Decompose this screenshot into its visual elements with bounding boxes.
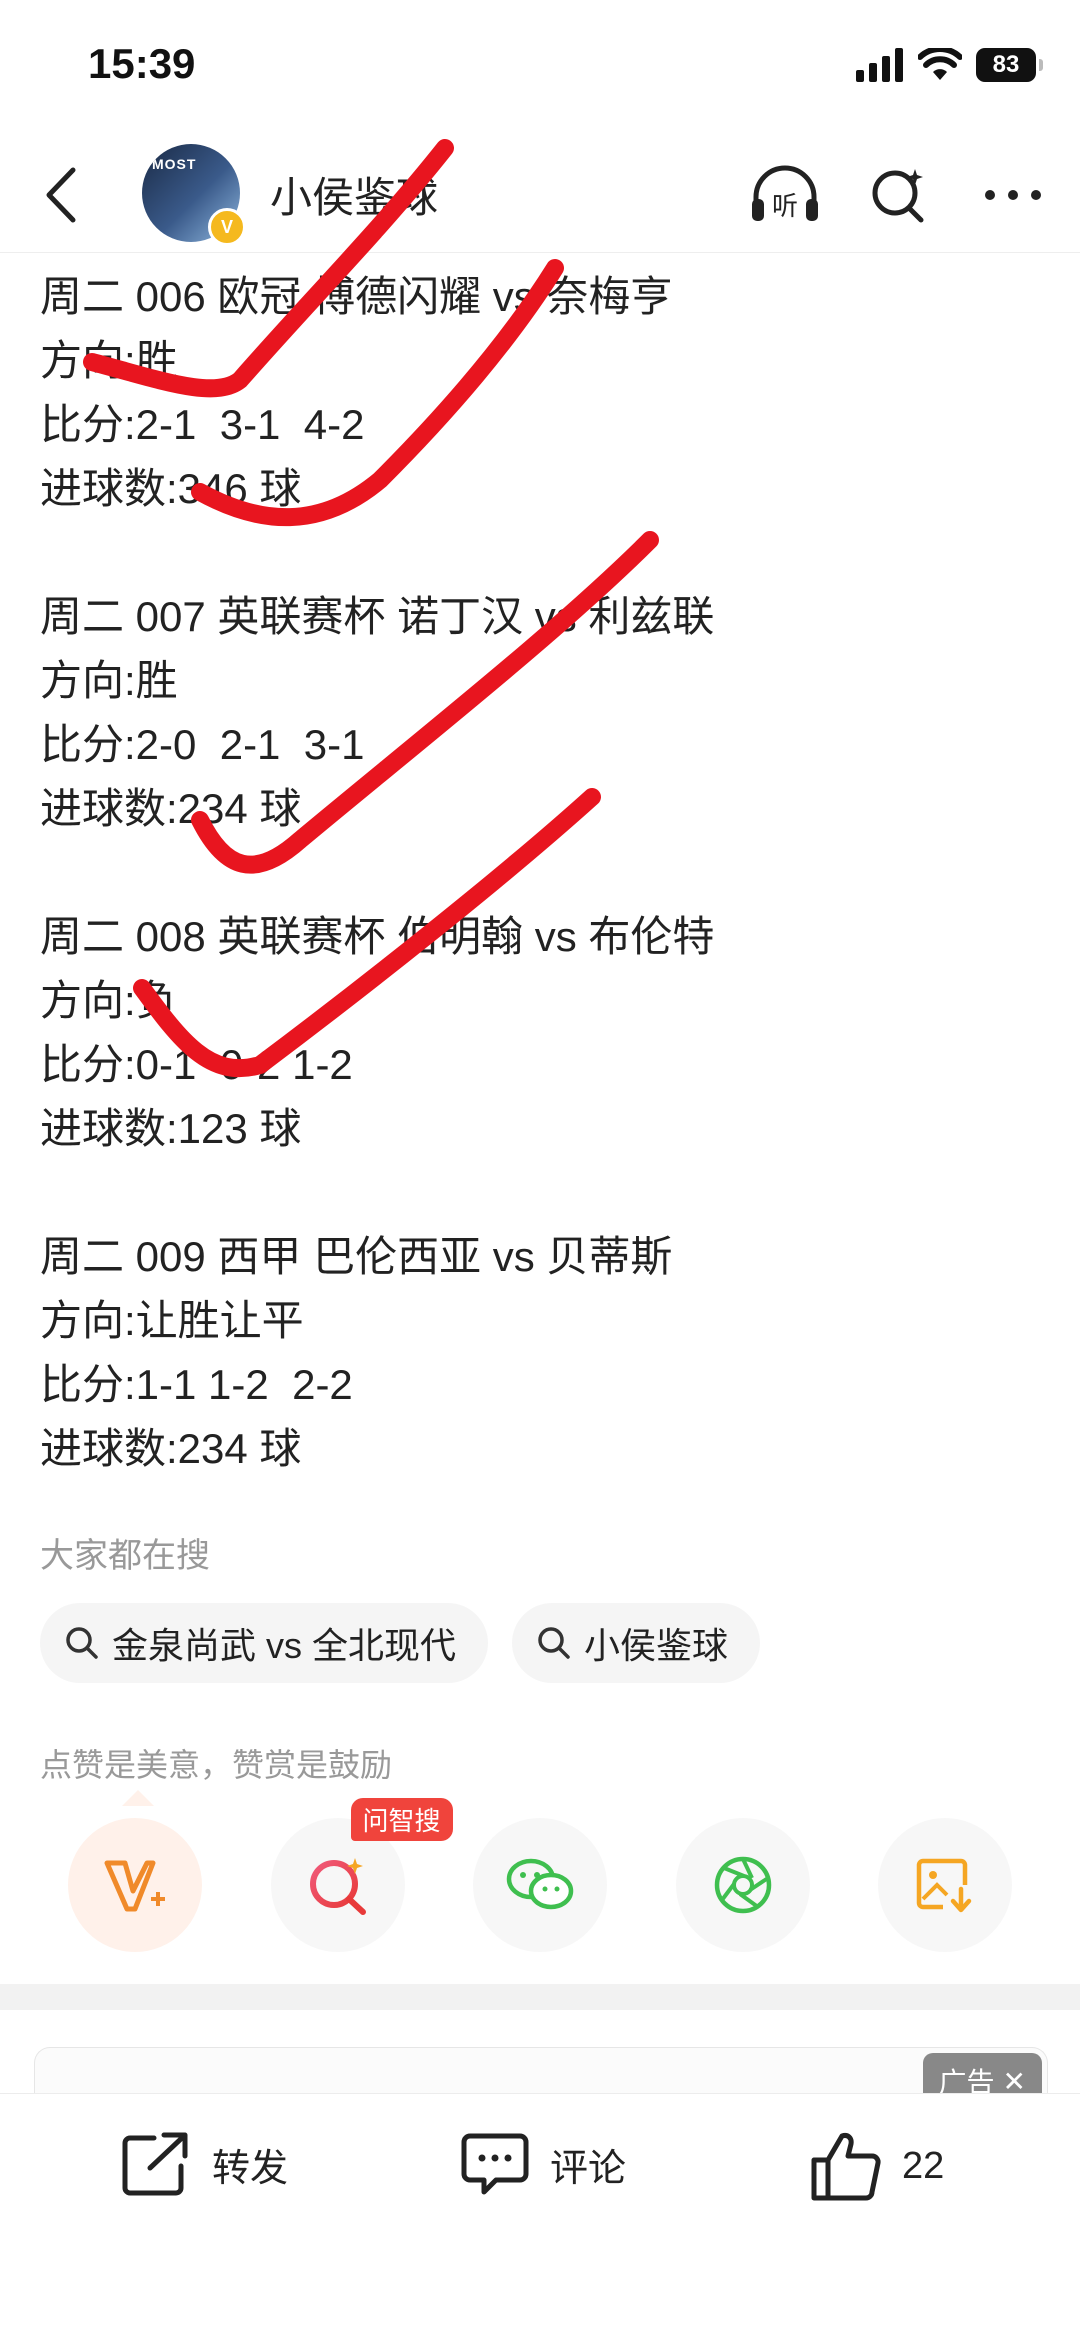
status-time: 15:39 bbox=[88, 40, 196, 87]
match-direction: 方向:让胜让平 bbox=[40, 1297, 304, 1344]
match-goals: 进球数:346 球 bbox=[40, 465, 302, 512]
wechat-share-button[interactable] bbox=[473, 1818, 607, 1952]
moments-icon bbox=[714, 1856, 771, 1914]
match-goals: 进球数:234 球 bbox=[40, 1425, 302, 1472]
back-icon bbox=[46, 167, 76, 223]
ai-search-button[interactable]: 问智搜 bbox=[270, 1798, 453, 1952]
match-block: 周二 008 英联赛杯 伯明翰 vs 布伦特 方向:负 比分:0-1 0-2 1… bbox=[40, 905, 1040, 1161]
bottom-action-bar: 转发 评论 22 bbox=[0, 2093, 1080, 2338]
match-title: 周二 007 英联赛杯 诺丁汉 vs 利兹联 bbox=[40, 593, 715, 640]
chip-label: 小侯鉴球 bbox=[584, 1625, 729, 1666]
section-divider bbox=[0, 1984, 1080, 2010]
svg-text:听: 听 bbox=[772, 192, 798, 222]
match-block: 周二 009 西甲 巴伦西亚 vs 贝蒂斯 方向:让胜让平 比分:1-1 1-2… bbox=[40, 1225, 1040, 1481]
section-title: 大家都在搜 bbox=[40, 1537, 210, 1575]
author-name[interactable]: 小侯鉴球 bbox=[270, 164, 438, 225]
ai-search-badge: 问智搜 bbox=[350, 1798, 453, 1841]
comment-label: 评论 bbox=[550, 2147, 627, 2190]
praise-hint: 点赞是美意，赞赏是鼓励 bbox=[40, 1747, 393, 1783]
match-block: 周二 006 欧冠 博德闪耀 vs 奈梅亨 方向:胜 比分:2-1 3-1 4-… bbox=[40, 265, 1040, 521]
article-header: MOST V 小侯鉴球 听 bbox=[0, 140, 1080, 253]
search-chips: 金泉尚武 vs 全北现代 小侯鉴球 bbox=[40, 1603, 1040, 1683]
search-chip[interactable]: 金泉尚武 vs 全北现代 bbox=[40, 1603, 489, 1683]
verified-badge: V bbox=[208, 208, 246, 246]
avatar-text: MOST bbox=[152, 156, 197, 172]
match-title: 周二 008 英联赛杯 伯明翰 vs 布伦特 bbox=[40, 913, 715, 960]
headphones-icon: 听 bbox=[752, 165, 818, 222]
chip-label: 金泉尚武 vs 全北现代 bbox=[112, 1625, 457, 1666]
match-block: 周二 007 英联赛杯 诺丁汉 vs 利兹联 方向:胜 比分:2-0 2-1 3… bbox=[40, 585, 1040, 841]
share-icon bbox=[122, 2132, 188, 2196]
signal-icon bbox=[856, 48, 903, 82]
comment-button[interactable]: 评论 bbox=[460, 2130, 626, 2198]
wechat-icon bbox=[506, 1858, 574, 1910]
match-score: 比分:2-0 2-1 3-1 bbox=[40, 721, 365, 768]
like-button[interactable]: 22 bbox=[810, 2130, 944, 2202]
match-goals: 进球数:234 球 bbox=[40, 785, 302, 832]
wifi-icon bbox=[918, 48, 962, 80]
like-count: 22 bbox=[902, 2144, 945, 2187]
match-score: 比分:2-1 3-1 4-2 bbox=[40, 401, 365, 448]
match-title: 周二 006 欧冠 博德闪耀 vs 奈梅亨 bbox=[40, 273, 673, 320]
match-title: 周二 009 西甲 巴伦西亚 vs 贝蒂斯 bbox=[40, 1233, 673, 1280]
share-button[interactable]: 转发 bbox=[120, 2130, 288, 2198]
match-direction: 方向:负 bbox=[40, 977, 178, 1024]
back-button[interactable] bbox=[30, 162, 90, 228]
article-body: 周二 006 欧冠 博德闪耀 vs 奈梅亨 方向:胜 比分:2-1 3-1 4-… bbox=[40, 265, 1040, 1481]
comment-icon bbox=[461, 2133, 529, 2195]
search-icon bbox=[872, 169, 924, 223]
share-label: 转发 bbox=[212, 2147, 289, 2190]
status-icons: 83 bbox=[856, 48, 1043, 82]
more-icon bbox=[985, 190, 1041, 200]
moments-share-button[interactable] bbox=[675, 1818, 810, 1952]
share-actions: 问智搜 bbox=[68, 1798, 1012, 1952]
battery-icon: 83 bbox=[976, 48, 1043, 82]
match-goals: 进球数:123 球 bbox=[40, 1105, 302, 1152]
save-image-button[interactable] bbox=[878, 1818, 1012, 1952]
search-button[interactable] bbox=[862, 158, 936, 232]
trending-searches: 大家都在搜 金泉尚武 vs 全北现代 小侯鉴球 bbox=[40, 1528, 1040, 1683]
search-icon bbox=[538, 1627, 570, 1659]
search-chip[interactable]: 小侯鉴球 bbox=[512, 1603, 761, 1683]
pointer-triangle bbox=[122, 1790, 154, 1806]
match-score: 比分:1-1 1-2 2-2 bbox=[40, 1361, 353, 1408]
more-button[interactable] bbox=[976, 158, 1050, 232]
listen-button[interactable]: 听 bbox=[748, 158, 822, 232]
vip-button[interactable] bbox=[68, 1818, 202, 1952]
search-icon bbox=[66, 1627, 98, 1659]
match-direction: 方向:胜 bbox=[40, 657, 178, 704]
status-bar: 15:39 83 bbox=[0, 0, 1080, 130]
vip-icon bbox=[104, 1860, 165, 1912]
ai-search-icon bbox=[309, 1858, 366, 1915]
save-image-icon bbox=[916, 1858, 972, 1913]
match-direction: 方向:胜 bbox=[40, 337, 178, 384]
match-score: 比分:0-1 0-2 1-2 bbox=[40, 1041, 353, 1088]
header-actions: 听 bbox=[748, 158, 1050, 232]
like-icon bbox=[811, 2133, 881, 2201]
